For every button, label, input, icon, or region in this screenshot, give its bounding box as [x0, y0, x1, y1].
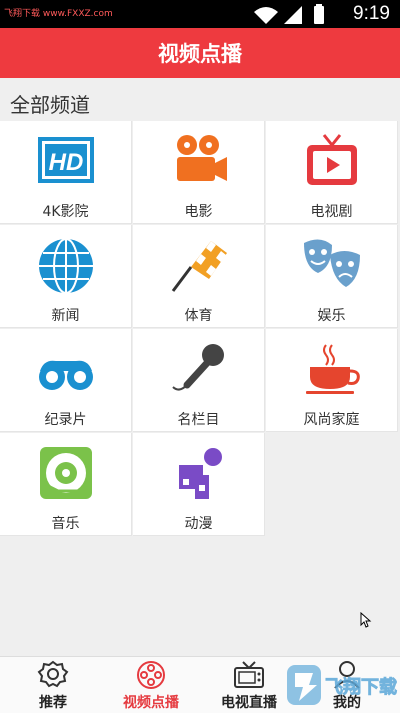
tab-video-on-demand[interactable]: 视频点播	[101, 657, 201, 713]
channel-label: 纪录片	[44, 412, 87, 428]
channel-label: 音乐	[51, 516, 80, 532]
channel-lifestyle[interactable]: 风尚家庭	[266, 329, 398, 432]
channel-sports[interactable]: 体育	[133, 225, 265, 328]
hd-icon: HD	[38, 137, 94, 183]
app-header: 视频点播	[0, 28, 400, 78]
watermark-text: 飞翔下载	[325, 676, 397, 698]
channel-documentary[interactable]: 纪录片	[0, 329, 132, 432]
battery-icon	[314, 4, 324, 24]
status-time: 9:19	[353, 3, 390, 24]
badge-icon	[37, 660, 69, 688]
mouse-cursor-icon	[360, 612, 372, 628]
coffee-cup-icon	[306, 344, 360, 394]
page-title: 视频点播	[158, 42, 242, 66]
checkered-flag-icon	[171, 241, 227, 292]
status-watermark: 飞翔下载 www.FXXZ.com	[4, 9, 113, 19]
channel-tv-series[interactable]: 电视剧	[266, 121, 398, 224]
wifi-icon	[254, 7, 278, 24]
tab-live-tv[interactable]: 电视直播	[199, 657, 299, 713]
channel-anime[interactable]: 动漫	[133, 433, 265, 536]
channel-label: 娱乐	[317, 308, 346, 324]
channel-label: 新闻	[51, 308, 80, 324]
tab-label: 视频点播	[123, 695, 179, 711]
section-title: 全部频道	[10, 93, 90, 117]
vinyl-record-icon	[40, 447, 92, 499]
film-reel-icon	[137, 661, 165, 689]
channel-label: 动漫	[184, 516, 213, 532]
tab-label: 电视直播	[221, 695, 277, 711]
globe-icon	[39, 238, 93, 294]
theater-masks-icon	[304, 239, 360, 287]
channel-entertainment[interactable]: 娱乐	[266, 225, 398, 328]
tv-icon	[307, 134, 357, 185]
channel-label: 名栏目	[177, 412, 220, 428]
cartoon-figure-icon	[179, 448, 222, 499]
tab-recommend[interactable]: 推荐	[3, 657, 103, 713]
tv-antenna-icon	[234, 661, 264, 688]
channel-news[interactable]: 新闻	[0, 225, 132, 328]
tab-label: 推荐	[39, 695, 67, 711]
binoculars-icon	[39, 360, 93, 390]
status-icons	[254, 4, 324, 24]
channel-movie[interactable]: 电影	[133, 121, 265, 224]
svg-text:HD: HD	[49, 149, 84, 176]
microphone-icon	[172, 344, 224, 391]
channel-label: 风尚家庭	[303, 412, 360, 428]
channel-music[interactable]: 音乐	[0, 433, 132, 536]
channel-label: 4K影院	[42, 204, 89, 220]
status-bar: 飞翔下载 www.FXXZ.com 9:19	[0, 0, 400, 28]
watermark-logo: 飞翔下载	[287, 665, 397, 705]
channel-label: 电视剧	[310, 204, 353, 220]
film-camera-icon	[177, 135, 227, 181]
channel-label: 体育	[184, 308, 213, 324]
channel-label: 电影	[184, 204, 213, 220]
channel-4k[interactable]: HD 4K影院	[0, 121, 132, 224]
channel-featured-shows[interactable]: 名栏目	[133, 329, 265, 432]
signal-icon	[284, 6, 302, 24]
